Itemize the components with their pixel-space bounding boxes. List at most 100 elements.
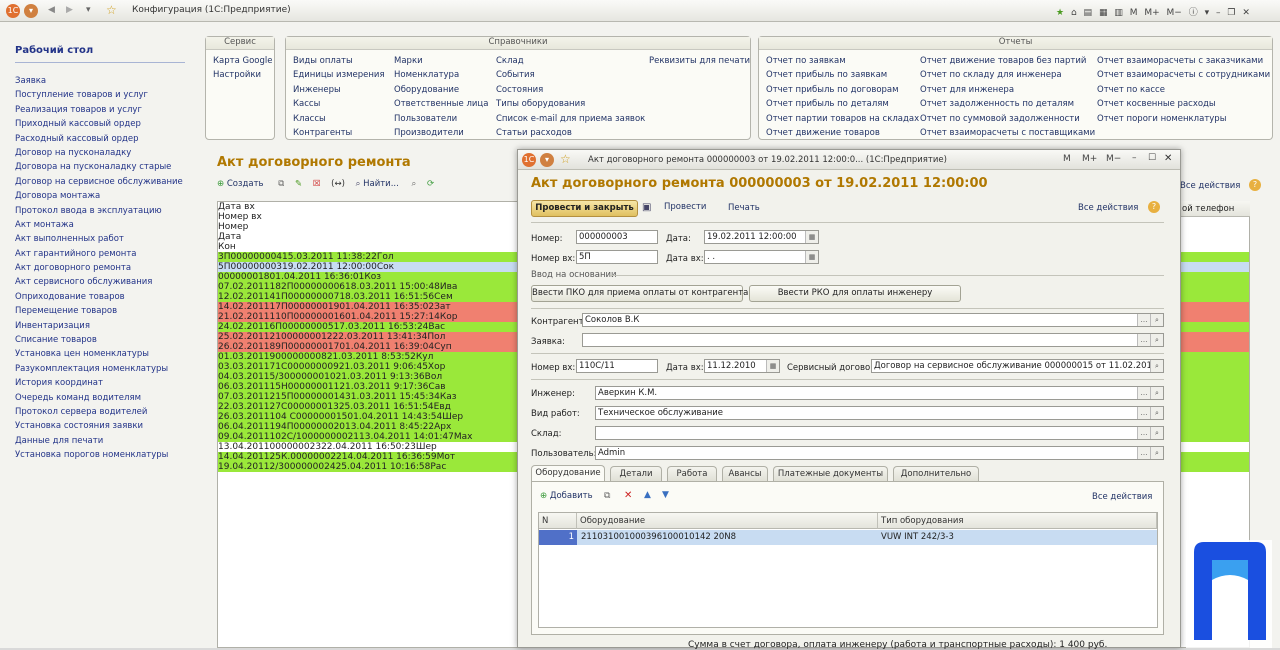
find-button[interactable]: Найти... — [363, 179, 399, 189]
reference-link[interactable]: Виды оплаты — [293, 54, 385, 68]
list-all-actions-button[interactable]: Все действия — [1180, 181, 1240, 191]
select-icon[interactable]: … — [1137, 447, 1150, 459]
dialog-minimize-icon[interactable]: – — [1132, 153, 1137, 163]
back-icon[interactable]: ◀ — [48, 5, 55, 15]
move-up-icon[interactable]: ▲ — [644, 490, 651, 500]
sidebar-item[interactable]: Протокол ввода в эксплуатацию — [15, 204, 183, 218]
table-row[interactable]: 1 211031001000396100010142 20N8 VUW INT … — [539, 530, 1157, 545]
grid-column-header[interactable]: Кон — [218, 242, 268, 252]
sidebar-item[interactable]: Поступление товаров и услуг — [15, 88, 183, 102]
grid-column-header[interactable]: Номер вх — [218, 212, 271, 222]
sidebar-item[interactable]: Акт договорного ремонта — [15, 261, 183, 275]
sidebar-item[interactable]: Акт выполненных работ — [15, 232, 183, 246]
open-icon[interactable]: ⌕ — [1150, 387, 1163, 399]
report-link[interactable]: Отчет пороги номенклатуры — [1097, 112, 1270, 126]
report-link[interactable]: Отчет по складу для инженера — [920, 68, 1095, 82]
memory-mminus-button[interactable]: M− — [1167, 8, 1182, 18]
open-icon[interactable]: ⌕ — [1150, 314, 1163, 326]
create-button[interactable]: Создать — [227, 179, 264, 189]
reference-link[interactable]: Список e-mail для приема заявок — [496, 112, 645, 126]
warehouse-field[interactable]: … ⌕ — [595, 426, 1164, 440]
move-down-icon[interactable]: ▼ — [662, 490, 669, 500]
grid-column-header[interactable]: Дата вх — [218, 202, 292, 212]
number-in-field[interactable]: 5П — [576, 250, 658, 264]
refresh-icon[interactable]: ⟳ — [427, 179, 434, 189]
report-link[interactable]: Отчет прибыль по деталям — [766, 97, 919, 111]
reference-link[interactable]: Контрагенты — [293, 126, 385, 140]
info-icon[interactable]: ⓘ — [1189, 5, 1198, 18]
select-icon[interactable]: … — [1137, 314, 1150, 326]
sidebar-item[interactable]: Перемещение товаров — [15, 304, 183, 318]
report-link[interactable]: Отчет по суммовой задолженности — [920, 112, 1095, 126]
service-contract-field[interactable]: Договор на сервисное обслуживание 000000… — [871, 359, 1164, 373]
service-link[interactable]: Настройки — [213, 68, 272, 82]
dialog-logo-icon[interactable]: 1С — [522, 153, 536, 167]
sidebar-item[interactable]: Списание товаров — [15, 333, 183, 347]
sidebar-item[interactable]: История координат — [15, 376, 183, 390]
report-link[interactable]: Отчет взаиморасчеты с поставщиками — [920, 126, 1095, 140]
report-link[interactable]: Отчет движение товаров без партий — [920, 54, 1095, 68]
calendar-icon[interactable]: ▥ — [1114, 8, 1123, 18]
phone-column-header[interactable]: ой телефон — [1181, 201, 1250, 217]
dialog-maximize-icon[interactable]: ☐ — [1148, 153, 1156, 163]
tab-0[interactable]: Оборудование — [531, 465, 605, 481]
sidebar-item[interactable]: Оприходование товаров — [15, 290, 183, 304]
report-link[interactable]: Отчет движение товаров — [766, 126, 919, 140]
work-type-field[interactable]: Техническое обслуживание … ⌕ — [595, 406, 1164, 420]
reference-link[interactable]: Оборудование — [394, 83, 488, 97]
save-icon[interactable]: ▣ — [642, 202, 651, 213]
history-dropdown-icon[interactable]: ▾ — [86, 5, 91, 15]
sidebar-item[interactable]: Акт монтажа — [15, 218, 183, 232]
dialog-menu-icon[interactable]: ▾ — [540, 153, 554, 167]
reference-link[interactable]: Номенклатура — [394, 68, 488, 82]
service-link[interactable]: Карта Google — [213, 54, 272, 68]
sidebar-item[interactable]: Разукомплектация номенклатуры — [15, 362, 183, 376]
contractor-field[interactable]: Соколов В.К … ⌕ — [582, 313, 1164, 327]
calendar-icon[interactable]: ▦ — [766, 360, 779, 372]
col-type-header[interactable]: Тип оборудования — [878, 513, 1157, 529]
copy-row-icon[interactable]: ⧉ — [604, 491, 610, 501]
report-link[interactable]: Отчет прибыль по заявкам — [766, 68, 919, 82]
open-icon[interactable]: ⌕ — [1150, 427, 1163, 439]
open-icon[interactable]: ⌕ — [1150, 334, 1163, 346]
report-link[interactable]: Отчет для инженера — [920, 83, 1095, 97]
sidebar-item[interactable]: Очередь команд водителям — [15, 391, 183, 405]
copy-icon[interactable]: ⧉ — [278, 179, 284, 189]
post-and-close-button[interactable]: Провести и закрыть — [531, 200, 638, 217]
close-icon[interactable]: ✕ — [1242, 8, 1250, 18]
tab-5[interactable]: Дополнительно — [893, 466, 979, 481]
sidebar-item[interactable]: Протокол сервера водителей — [15, 405, 183, 419]
reference-link[interactable]: Состояния — [496, 83, 645, 97]
report-link[interactable]: Отчет косвенные расходы — [1097, 97, 1270, 111]
reference-link[interactable]: Производители — [394, 126, 488, 140]
select-icon[interactable]: … — [1137, 334, 1150, 346]
sidebar-item[interactable]: Инвентаризация — [15, 319, 183, 333]
calendar-icon[interactable]: ▦ — [805, 231, 818, 243]
dialog-help-icon[interactable]: ? — [1148, 201, 1160, 213]
post-button[interactable]: Провести — [664, 202, 706, 212]
dialog-all-actions-button[interactable]: Все действия — [1078, 203, 1138, 213]
sidebar-item[interactable]: Договор на пусконаладку — [15, 146, 183, 160]
sidebar-title[interactable]: Рабочий стол — [15, 45, 93, 56]
report-link[interactable]: Отчет взаиморасчеты с сотрудниками — [1097, 68, 1270, 82]
reference-link[interactable]: Реквизиты для печати — [649, 54, 750, 68]
sidebar-item[interactable]: Договора на пусконаладку старые — [15, 160, 183, 174]
find-icon[interactable]: ⌕ — [356, 179, 361, 189]
col-n-header[interactable]: N — [539, 513, 577, 529]
select-icon[interactable]: … — [1137, 387, 1150, 399]
engineer-field[interactable]: Аверкин К.М. … ⌕ — [595, 386, 1164, 400]
print-button[interactable]: Печать — [728, 203, 760, 213]
add-row-button[interactable]: ⊕ Добавить — [540, 491, 593, 501]
grid-column-header[interactable]: Номер — [218, 222, 283, 232]
favorites-star-icon[interactable]: ☆ — [106, 3, 117, 17]
minimize-icon[interactable]: – — [1216, 8, 1221, 18]
dropdown-icon[interactable]: ▾ — [1205, 8, 1210, 18]
col-equipment-header[interactable]: Оборудование — [577, 513, 878, 529]
star-green-icon[interactable]: ★ — [1056, 8, 1064, 18]
restore-icon[interactable]: ❐ — [1227, 8, 1235, 18]
tab-1[interactable]: Детали — [610, 466, 662, 481]
sidebar-item[interactable]: Договора монтажа — [15, 189, 183, 203]
menu-dropdown-icon[interactable]: ▾ — [24, 4, 38, 18]
delete-icon[interactable]: ☒ — [313, 179, 321, 189]
reference-link[interactable]: Ответственные лица — [394, 97, 488, 111]
